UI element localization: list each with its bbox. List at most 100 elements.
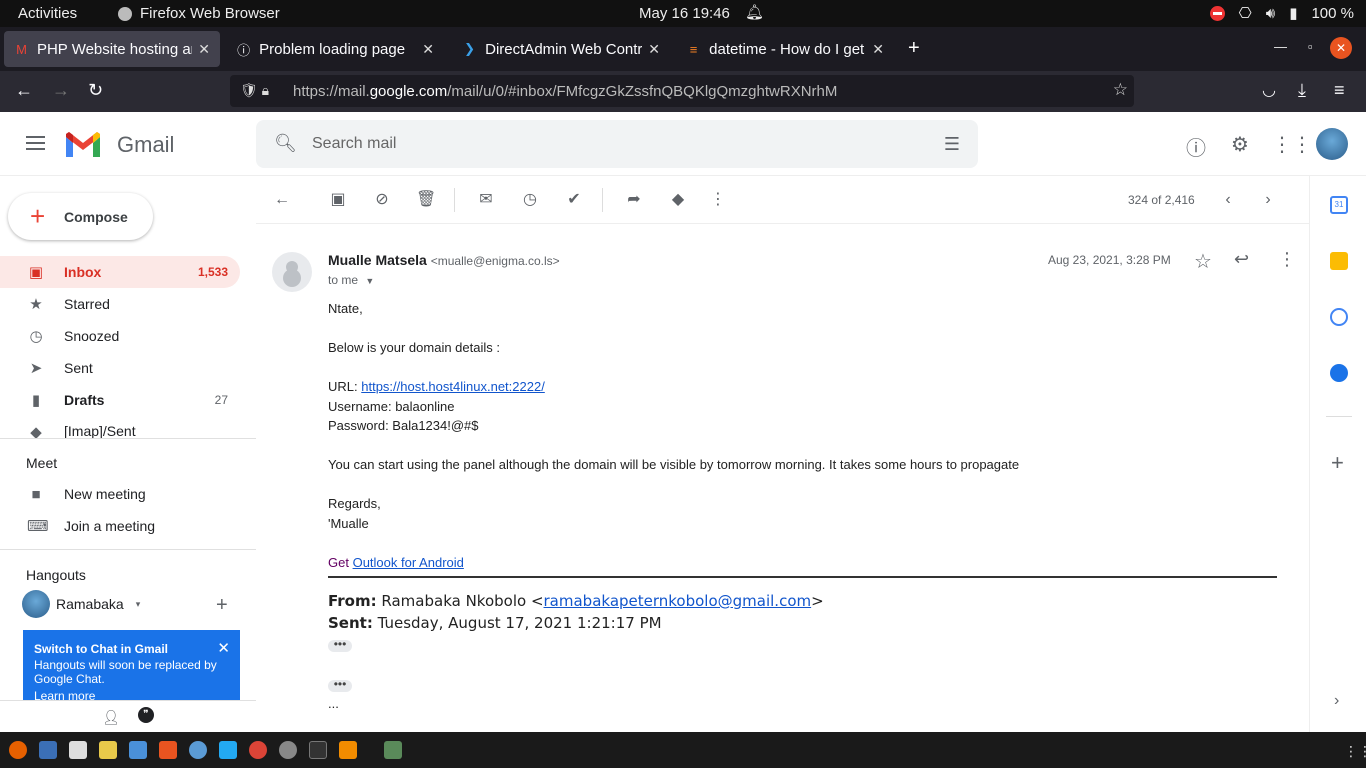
url-bar[interactable]: 🛡︎ 🔒︎ https://mail.google.com/mail/u/0/#… <box>230 75 1134 107</box>
back-to-inbox-icon[interactable]: ← <box>272 190 292 210</box>
sender-name[interactable]: Mualle Matsela <box>328 252 427 268</box>
show-apps-icon[interactable]: ⋮⋮⋮ <box>1344 743 1366 760</box>
trash-icon[interactable] <box>384 741 402 759</box>
battery-icon: ▮ <box>1289 5 1298 22</box>
clock[interactable]: May 16 19:46 <box>639 5 730 22</box>
sidebar-item-imap-sent[interactable]: ◆ [Imap]/Sent <box>0 416 240 438</box>
forward-icon[interactable]: → <box>52 80 70 101</box>
tasks-icon[interactable] <box>1330 308 1348 326</box>
tab-datetime[interactable]: ≡ datetime - How do I get t ✕ <box>676 31 894 67</box>
get-addons-icon[interactable]: + <box>1331 450 1344 476</box>
expand-panel-icon[interactable]: › <box>1334 692 1339 710</box>
thunderbird-icon[interactable] <box>39 741 57 759</box>
bookmark-star-icon[interactable]: ☆ <box>1113 80 1128 100</box>
app-menu[interactable]: Firefox Web Browser <box>118 5 280 22</box>
menu-icon[interactable]: ≡ <box>1334 80 1345 101</box>
compose-label: Compose <box>64 208 128 225</box>
system-tray[interactable]: ⎔ 🔊︎ ▮ 100 % <box>1209 4 1354 22</box>
minimize-icon[interactable]: — <box>1274 39 1287 54</box>
firefox-icon[interactable] <box>9 741 27 759</box>
search-icon[interactable]: 🔍︎ <box>274 133 297 154</box>
keep-icon[interactable] <box>1330 252 1348 270</box>
recipient-line[interactable]: to me ▼ <box>328 273 374 287</box>
from-email-link[interactable]: ramabakapeternkobolo@gmail.com <box>544 592 812 610</box>
sidebar-item-drafts[interactable]: ▮ Drafts 27 <box>0 384 240 416</box>
files-icon[interactable] <box>69 741 87 759</box>
label-icon[interactable]: ◆ <box>668 190 688 210</box>
app-icon[interactable] <box>99 741 117 759</box>
downloads-icon[interactable]: ⤓ <box>1298 80 1306 101</box>
close-tab-icon[interactable]: ✕ <box>872 41 884 58</box>
gmail-brand[interactable]: Gmail <box>117 132 174 158</box>
back-icon[interactable]: ← <box>15 80 33 101</box>
join-meeting-item[interactable]: ⌨ Join a meeting <box>0 510 240 542</box>
add-task-icon[interactable]: ✔ <box>564 190 584 210</box>
search-options-icon[interactable]: ☰ <box>944 134 960 155</box>
close-tab-icon[interactable]: ✕ <box>648 41 660 58</box>
chrome-icon[interactable] <box>249 741 267 759</box>
maximize-icon[interactable]: ▫ <box>1308 39 1313 54</box>
mark-unread-icon[interactable]: ✉ <box>476 190 496 210</box>
new-tab-icon[interactable]: + <box>908 37 920 60</box>
search-input[interactable] <box>312 131 912 157</box>
settings-gear-icon[interactable]: ⚙ <box>1228 132 1252 156</box>
url-text[interactable]: https://mail.google.com/mail/u/0/#inbox/… <box>293 83 837 100</box>
window-close-icon[interactable]: ✕ <box>1330 37 1352 59</box>
tab-problem-loading[interactable]: ⓘ Problem loading page ✕ <box>226 31 444 67</box>
sidebar-item-snoozed[interactable]: ◷ Snoozed <box>0 320 240 352</box>
panel-url-link[interactable]: https://host.host4linux.net:2222/ <box>361 379 545 394</box>
more-options-icon[interactable]: ⋮ <box>1278 249 1296 270</box>
compose-button[interactable]: + Compose <box>8 193 153 240</box>
lock-icon[interactable]: 🛡︎ 🔒︎ <box>240 82 269 99</box>
dropdown-icon[interactable]: ▾ <box>136 599 141 610</box>
close-tab-icon[interactable]: ✕ <box>422 41 434 58</box>
main-menu-icon[interactable] <box>26 136 45 154</box>
hangouts-icon[interactable]: ❞ <box>138 707 154 723</box>
tab-directadmin[interactable]: ❯ DirectAdmin Web Contro ✕ <box>452 31 670 67</box>
snooze-icon[interactable]: ◷ <box>520 190 540 210</box>
sidebar-item-sent[interactable]: ➤ Sent <box>0 352 240 384</box>
help-icon[interactable]: ⓘ <box>1184 132 1208 160</box>
sidebar-item-label: Sent <box>64 360 93 376</box>
newer-icon[interactable]: ‹ <box>1218 190 1238 210</box>
hangouts-user[interactable]: Ramabaka ▾ <box>22 590 140 618</box>
star-icon[interactable]: ☆ <box>1194 249 1212 274</box>
pagination-text: 324 of 2,416 <box>1128 193 1195 207</box>
close-icon[interactable]: ✕ <box>217 639 230 657</box>
vscode-icon[interactable] <box>219 741 237 759</box>
sidebar-item-starred[interactable]: ★ Starred <box>0 288 240 320</box>
older-icon[interactable]: › <box>1258 190 1278 210</box>
show-details-icon[interactable]: ▼ <box>365 276 374 286</box>
move-to-icon[interactable]: ➦ <box>624 190 644 210</box>
new-meeting-item[interactable]: ■ New meeting <box>0 478 240 510</box>
vlc-icon[interactable] <box>339 741 357 759</box>
report-spam-icon[interactable]: ⊘ <box>372 190 392 210</box>
terminal-icon[interactable] <box>309 741 327 759</box>
tab-php-hosting[interactable]: M PHP Website hosting and ✕ <box>4 31 220 67</box>
show-trimmed-content-button[interactable]: ••• <box>328 638 352 652</box>
body-line: Password: Bala1234!@#$ <box>328 418 479 433</box>
software-center-icon[interactable] <box>159 741 177 759</box>
new-conversation-icon[interactable]: + <box>216 594 228 617</box>
account-avatar[interactable] <box>1316 128 1348 160</box>
close-tab-icon[interactable]: ✕ <box>198 41 210 58</box>
sidebar-item-inbox[interactable]: ▣ Inbox 1,533 <box>0 256 240 288</box>
reply-icon[interactable]: ↩ <box>1234 249 1249 270</box>
apps-grid-icon[interactable]: ⋮⋮ <box>1272 132 1312 156</box>
activities-button[interactable]: Activities <box>18 5 77 22</box>
contacts-icon[interactable] <box>1330 364 1348 382</box>
show-trimmed-content-button[interactable]: ••• <box>328 678 352 692</box>
calendar-icon[interactable]: 31 <box>1330 196 1348 214</box>
disk-icon[interactable] <box>279 741 297 759</box>
more-options-icon[interactable]: ⋮ <box>708 190 728 210</box>
delete-icon[interactable]: 🗑︎ <box>416 190 436 210</box>
help-icon[interactable] <box>189 741 207 759</box>
learn-more-link[interactable]: Learn more <box>34 689 229 700</box>
reload-icon[interactable]: ↻ <box>88 80 103 101</box>
document-icon[interactable] <box>129 741 147 759</box>
archive-icon[interactable]: ▣ <box>328 190 348 210</box>
contacts-icon[interactable]: 👤︎ <box>102 709 120 726</box>
gmail-logo-icon <box>66 132 100 157</box>
pocket-icon[interactable]: ◡ <box>1262 80 1276 100</box>
outlook-link[interactable]: Outlook for Android <box>353 555 464 570</box>
